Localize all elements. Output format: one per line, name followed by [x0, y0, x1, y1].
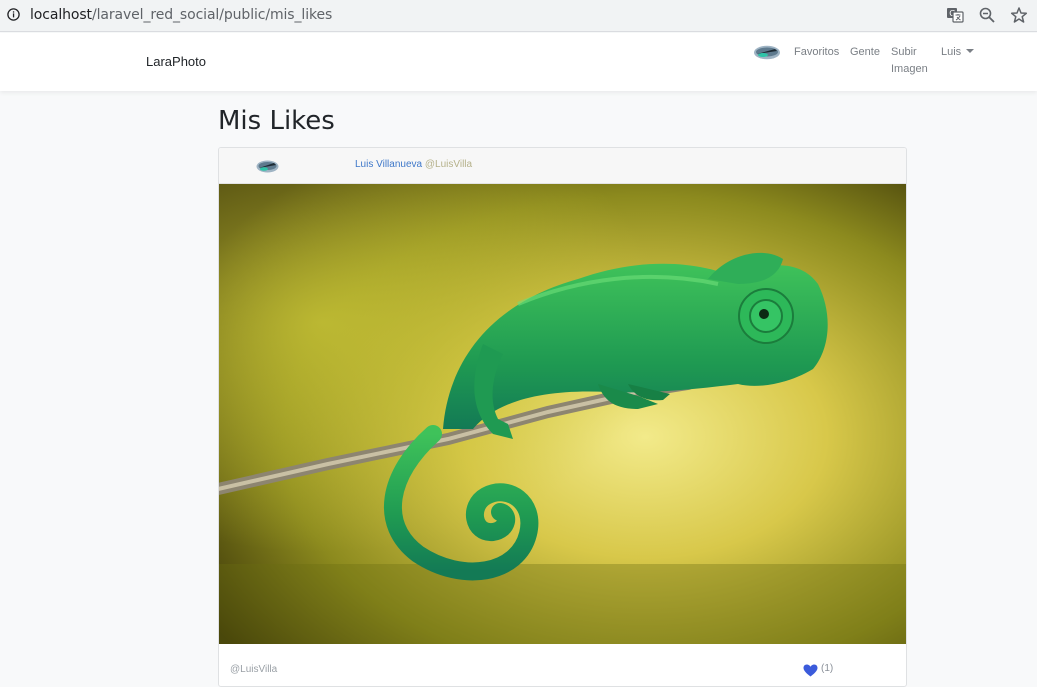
nav-gente[interactable]: Gente: [850, 44, 880, 61]
post-image[interactable]: [218, 184, 907, 644]
brand-logo-text[interactable]: LaraPhoto: [146, 54, 206, 69]
post-card: Luis Villanueva @LuisVilla @LuisVilla (1…: [218, 147, 907, 687]
page-title: Mis Likes: [218, 106, 335, 136]
browser-address-bar: localhost/laravel_red_social/public/mis_…: [0, 0, 1037, 32]
author-name[interactable]: Luis Villanueva: [355, 159, 422, 170]
nav-subir-line1[interactable]: Subir: [891, 44, 917, 61]
author-nick: @LuisVilla: [424, 159, 473, 170]
nav-subir-line2[interactable]: Imagen: [891, 61, 928, 78]
nav-user-label: Luis: [941, 46, 962, 58]
caret-down-icon: [966, 49, 975, 53]
navbar: LaraPhoto Favoritos Gente Subir Imagen L…: [0, 33, 1037, 91]
info-icon[interactable]: [7, 8, 20, 21]
post-footer-nick: @LuisVilla: [230, 664, 278, 675]
author-avatar-icon[interactable]: [256, 160, 279, 173]
translate-icon[interactable]: G: [946, 6, 964, 24]
post-card-header: Luis Villanueva @LuisVilla: [219, 148, 906, 184]
heart-like-icon[interactable]: [803, 664, 818, 677]
likes-count: (1): [821, 663, 834, 674]
post-author[interactable]: Luis Villanueva @LuisVilla: [355, 159, 472, 170]
user-avatar-icon[interactable]: [753, 45, 781, 60]
nav-user-dropdown[interactable]: Luis: [941, 44, 975, 61]
url-host: localhost: [30, 7, 92, 23]
url-field[interactable]: localhost/laravel_red_social/public/mis_…: [30, 7, 332, 23]
url-path: /laravel_red_social/public/mis_likes: [91, 7, 333, 23]
nav-favoritos[interactable]: Favoritos: [794, 44, 839, 61]
star-icon[interactable]: [1010, 6, 1028, 24]
zoom-icon[interactable]: [978, 6, 996, 24]
